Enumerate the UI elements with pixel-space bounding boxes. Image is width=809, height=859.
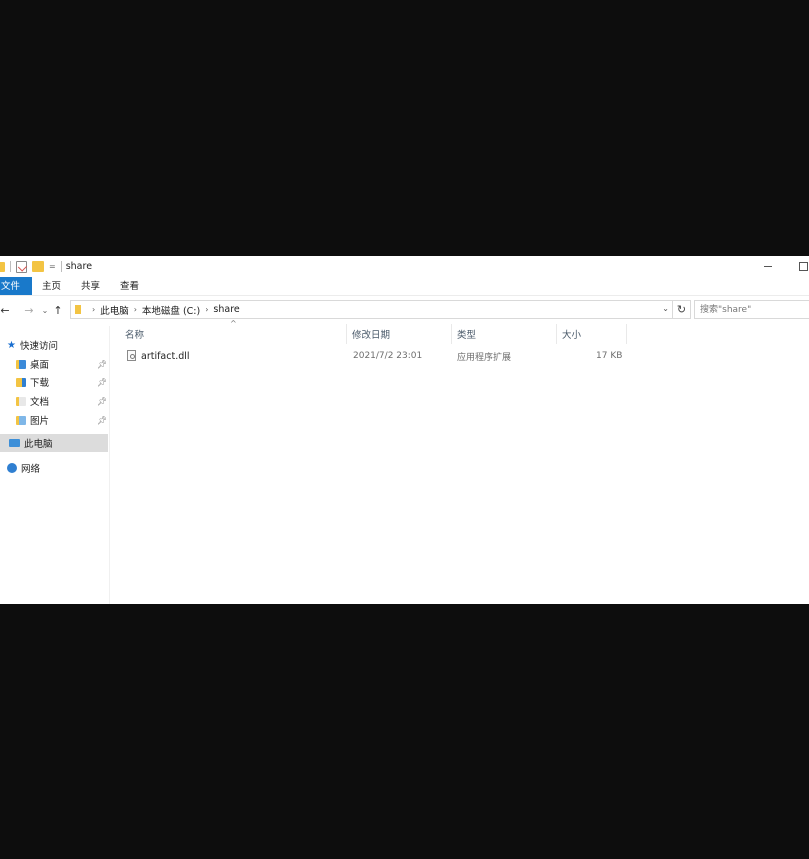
maximize-button[interactable] [797,256,809,277]
pin-icon[interactable]: 📌︎ [97,378,107,387]
tab-share[interactable]: 共享 [71,277,110,295]
file-explorer-window: = share 文件 主页 共享 查看 ← → ⌄ ↑ › 此电脑 › 本地磁盘… [0,256,809,604]
minimize-icon [764,266,772,267]
arrow-right-icon: → [24,303,34,317]
nav-item-desktop[interactable]: 桌面 📌︎ [0,355,108,373]
address-bar[interactable]: › 此电脑 › 本地磁盘 (C:) › share ⌄ [70,300,673,319]
nav-item-downloads[interactable]: 下载 📌︎ [0,373,108,391]
nav-label: 网络 [21,464,41,475]
title-bar: = share [0,256,809,277]
chevron-down-icon: ⌄ [41,305,49,315]
back-button[interactable]: ← [0,299,10,321]
quick-access-toolbar: = [0,256,61,277]
nav-quick-access[interactable]: ★ 快速访问 [0,336,108,354]
star-icon: ★ [7,339,16,351]
up-button[interactable]: ↑ [50,299,66,321]
nav-item-pictures[interactable]: 图片 📌︎ [0,411,108,429]
new-folder-icon[interactable] [32,261,44,272]
column-divider[interactable] [626,324,627,344]
nav-this-pc[interactable]: 此电脑 [0,434,108,452]
column-header-modified[interactable]: 修改日期 [352,326,390,342]
file-size: 17 KB [596,351,623,361]
column-divider[interactable] [556,324,557,344]
maximize-icon [798,262,808,271]
search-input[interactable] [694,300,809,319]
nav-network[interactable]: 网络 [0,459,108,477]
tab-home[interactable]: 主页 [32,277,71,295]
arrow-left-icon: ← [0,303,10,317]
properties-icon[interactable] [16,260,27,273]
column-header-type[interactable]: 类型 [457,326,476,342]
nav-label: 文档 [30,397,50,408]
column-label: 名称 [125,330,145,341]
arrow-up-icon: ↑ [53,303,63,317]
refresh-button[interactable]: ↻ [673,300,691,319]
file-name: artifact.dll [141,350,190,362]
folder-icon [75,305,81,314]
network-icon [7,463,17,473]
navigation-pane: ★ 快速访问 桌面 📌︎ 下载 📌︎ 文档 📌︎ 图片 📌︎ 此电脑 网络 [0,326,110,604]
pictures-folder-icon [16,415,26,425]
column-header-size[interactable]: 大小 [562,326,581,342]
breadcrumb-share[interactable]: share [213,304,239,315]
refresh-icon: ↻ [676,303,687,316]
nav-label: 此电脑 [24,439,53,450]
navigation-bar: ← → ⌄ ↑ › 此电脑 › 本地磁盘 (C:) › share ⌄ ↻ [0,299,809,321]
pin-icon[interactable]: 📌︎ [97,360,107,369]
minimize-button[interactable] [760,256,776,277]
tab-file[interactable]: 文件 [0,277,33,295]
folder-icon [0,261,5,272]
column-header-name[interactable]: 名称 [125,326,144,342]
nav-item-documents[interactable]: 文档 📌︎ [0,392,108,410]
window-title: share [60,261,92,272]
recent-locations-button[interactable]: ⌄ [40,299,50,321]
nav-label: 桌面 [30,360,50,371]
file-modified: 2021/7/2 23:01 [353,351,423,361]
chevron-right-icon[interactable]: › [134,305,137,314]
computer-icon [9,439,20,447]
address-history-dropdown[interactable]: ⌄ [662,304,669,313]
documents-folder-icon [16,396,26,406]
customize-toolbar-dropdown[interactable]: = [49,262,56,271]
breadcrumb-this-pc[interactable]: 此电脑 [100,303,129,317]
chevron-right-icon[interactable]: › [205,305,208,314]
column-divider[interactable] [451,324,452,344]
column-label: 修改日期 [352,330,391,341]
nav-label: 下载 [30,378,50,389]
nav-label: 图片 [30,416,50,427]
toolbar-divider [10,261,11,272]
chevron-right-icon[interactable]: › [92,305,95,314]
ribbon-tabs: 文件 主页 共享 查看 [0,277,809,296]
breadcrumb-local-disk[interactable]: 本地磁盘 (C:) [142,303,200,317]
dll-file-icon [127,350,136,361]
forward-button[interactable]: → [18,299,40,321]
pin-icon[interactable]: 📌︎ [97,397,107,406]
pin-icon[interactable]: 📌︎ [97,416,107,425]
column-label: 大小 [562,330,582,341]
column-label: 类型 [457,330,477,341]
column-divider[interactable] [346,324,347,344]
desktop-folder-icon [16,359,26,369]
nav-label: 快速访问 [19,341,58,352]
file-type: 应用程序扩展 [457,352,512,363]
sort-ascending-icon: ^ [230,319,237,328]
downloads-folder-icon [16,377,26,387]
tab-view[interactable]: 查看 [110,277,149,295]
file-row[interactable]: artifact.dll 2021/7/2 23:01 应用程序扩展 17 KB [120,347,632,365]
